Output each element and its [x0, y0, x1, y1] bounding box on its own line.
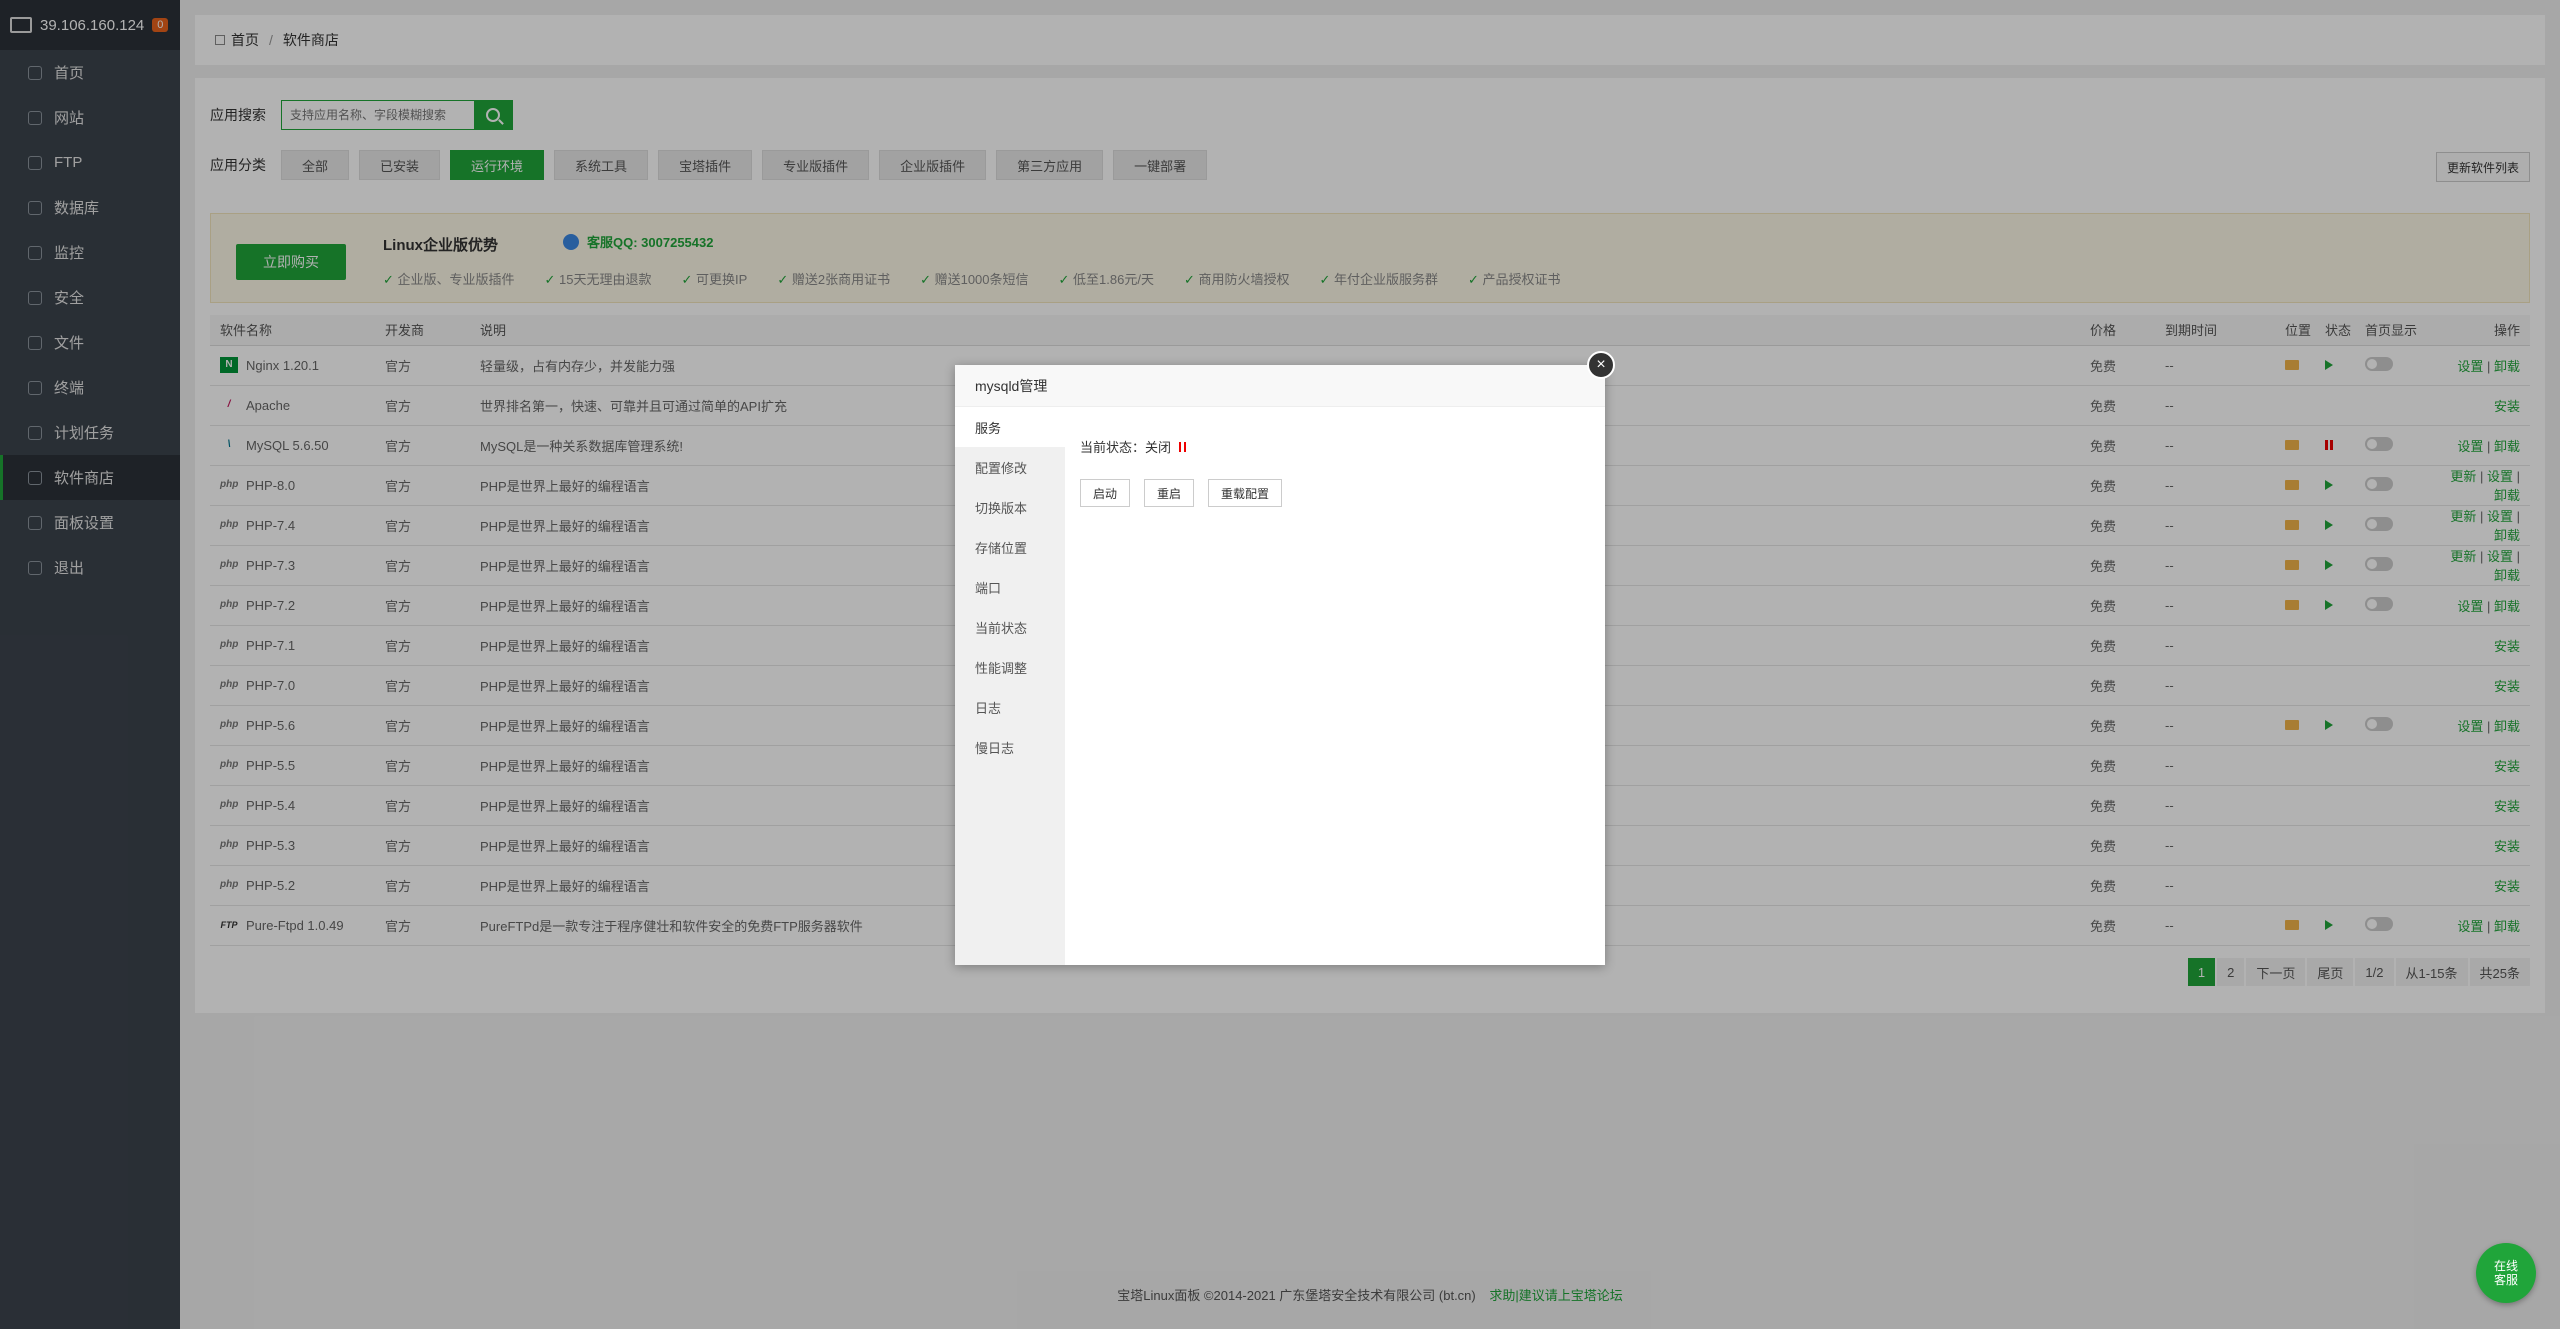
modal-nav-item[interactable]: 性能调整 [955, 647, 1065, 687]
modal-nav: 服务 配置修改 切换版本 存储位置 端口 当前状态 性能调整 日志 慢日志 [955, 407, 1065, 965]
modal-nav-item[interactable]: 配置修改 [955, 447, 1065, 487]
mysqld-modal: mysqld管理 × 服务 配置修改 切换版本 存储位置 端口 当前状态 性能调整 日志 慢日志… [955, 351, 1615, 965]
online-service-button[interactable]: 在线客服 [2476, 1243, 2536, 1303]
close-icon[interactable]: × [1587, 351, 1615, 379]
modal-nav-item[interactable]: 日志 [955, 687, 1065, 727]
modal-nav-item[interactable]: 当前状态 [955, 607, 1065, 647]
service-status: 当前状态： 关闭 [1080, 437, 1187, 456]
restart-button[interactable]: 重启 [1144, 479, 1195, 507]
modal-title: mysqld管理 [955, 365, 1605, 407]
modal-nav-item[interactable]: 存储位置 [955, 527, 1065, 567]
status-label: 当前状态： [1080, 440, 1146, 455]
modal-nav-item[interactable]: 端口 [955, 567, 1065, 607]
reload-config-button[interactable]: 重载配置 [1208, 479, 1283, 507]
modal-nav-item[interactable]: 慢日志 [955, 727, 1065, 767]
service-actions: 启动 重启 重载配置 [1080, 479, 1296, 507]
status-value: 关闭 [1145, 440, 1172, 455]
stopped-icon [1179, 441, 1187, 452]
modal-nav-item[interactable]: 切换版本 [955, 487, 1065, 527]
modal-nav-item[interactable]: 服务 [955, 407, 1065, 447]
start-button[interactable]: 启动 [1080, 479, 1131, 507]
